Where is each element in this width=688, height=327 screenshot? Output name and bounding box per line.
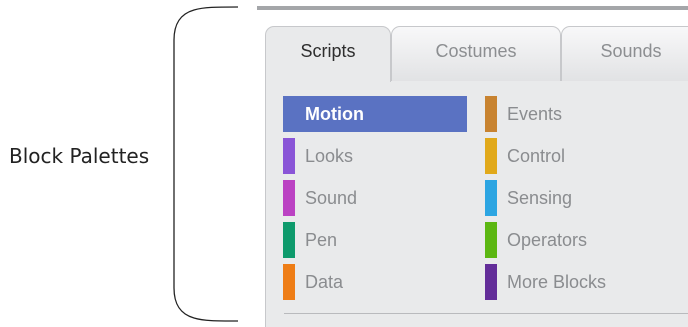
category-events[interactable]: Events xyxy=(485,96,685,132)
more-blocks-color-swatch xyxy=(485,264,497,300)
tab-sounds[interactable]: Sounds xyxy=(561,26,688,82)
category-events-label: Events xyxy=(507,104,563,124)
curly-brace-bracket xyxy=(173,6,239,322)
category-sensing[interactable]: Sensing xyxy=(485,180,685,216)
tab-scripts[interactable]: Scripts xyxy=(265,26,391,82)
category-pen[interactable]: Pen xyxy=(283,222,467,258)
control-color-swatch xyxy=(485,138,497,174)
operators-color-swatch xyxy=(485,222,497,258)
annotation-label: Block Palettes xyxy=(9,144,150,168)
category-looks[interactable]: Looks xyxy=(283,138,467,174)
category-sound-label: Sound xyxy=(305,188,358,208)
scratch-palette-panel: Costumes Sounds Scripts Motion Looks Sou… xyxy=(257,0,688,327)
category-motion[interactable]: Motion xyxy=(283,96,467,132)
palette-bottom-divider xyxy=(284,313,688,314)
looks-color-swatch xyxy=(283,138,295,174)
category-sound[interactable]: Sound xyxy=(283,180,467,216)
category-more-blocks[interactable]: More Blocks xyxy=(485,264,685,300)
pen-color-swatch xyxy=(283,222,295,258)
category-more-blocks-label: More Blocks xyxy=(507,272,607,292)
top-divider-bar xyxy=(257,6,688,10)
category-pen-label: Pen xyxy=(305,230,338,250)
category-motion-label: Motion xyxy=(305,104,364,124)
data-color-swatch xyxy=(283,264,295,300)
category-data[interactable]: Data xyxy=(283,264,467,300)
tab-costumes[interactable]: Costumes xyxy=(391,26,561,82)
category-control-label: Control xyxy=(507,146,566,166)
category-operators-label: Operators xyxy=(507,230,588,250)
sound-color-swatch xyxy=(283,180,295,216)
category-operators[interactable]: Operators xyxy=(485,222,685,258)
events-color-swatch xyxy=(485,96,497,132)
category-sensing-label: Sensing xyxy=(507,188,573,208)
category-data-label: Data xyxy=(305,272,344,292)
sensing-color-swatch xyxy=(485,180,497,216)
block-category-palette: Motion Looks Sound Pen Data Events Contr… xyxy=(265,81,688,327)
category-control[interactable]: Control xyxy=(485,138,685,174)
category-looks-label: Looks xyxy=(305,146,354,166)
